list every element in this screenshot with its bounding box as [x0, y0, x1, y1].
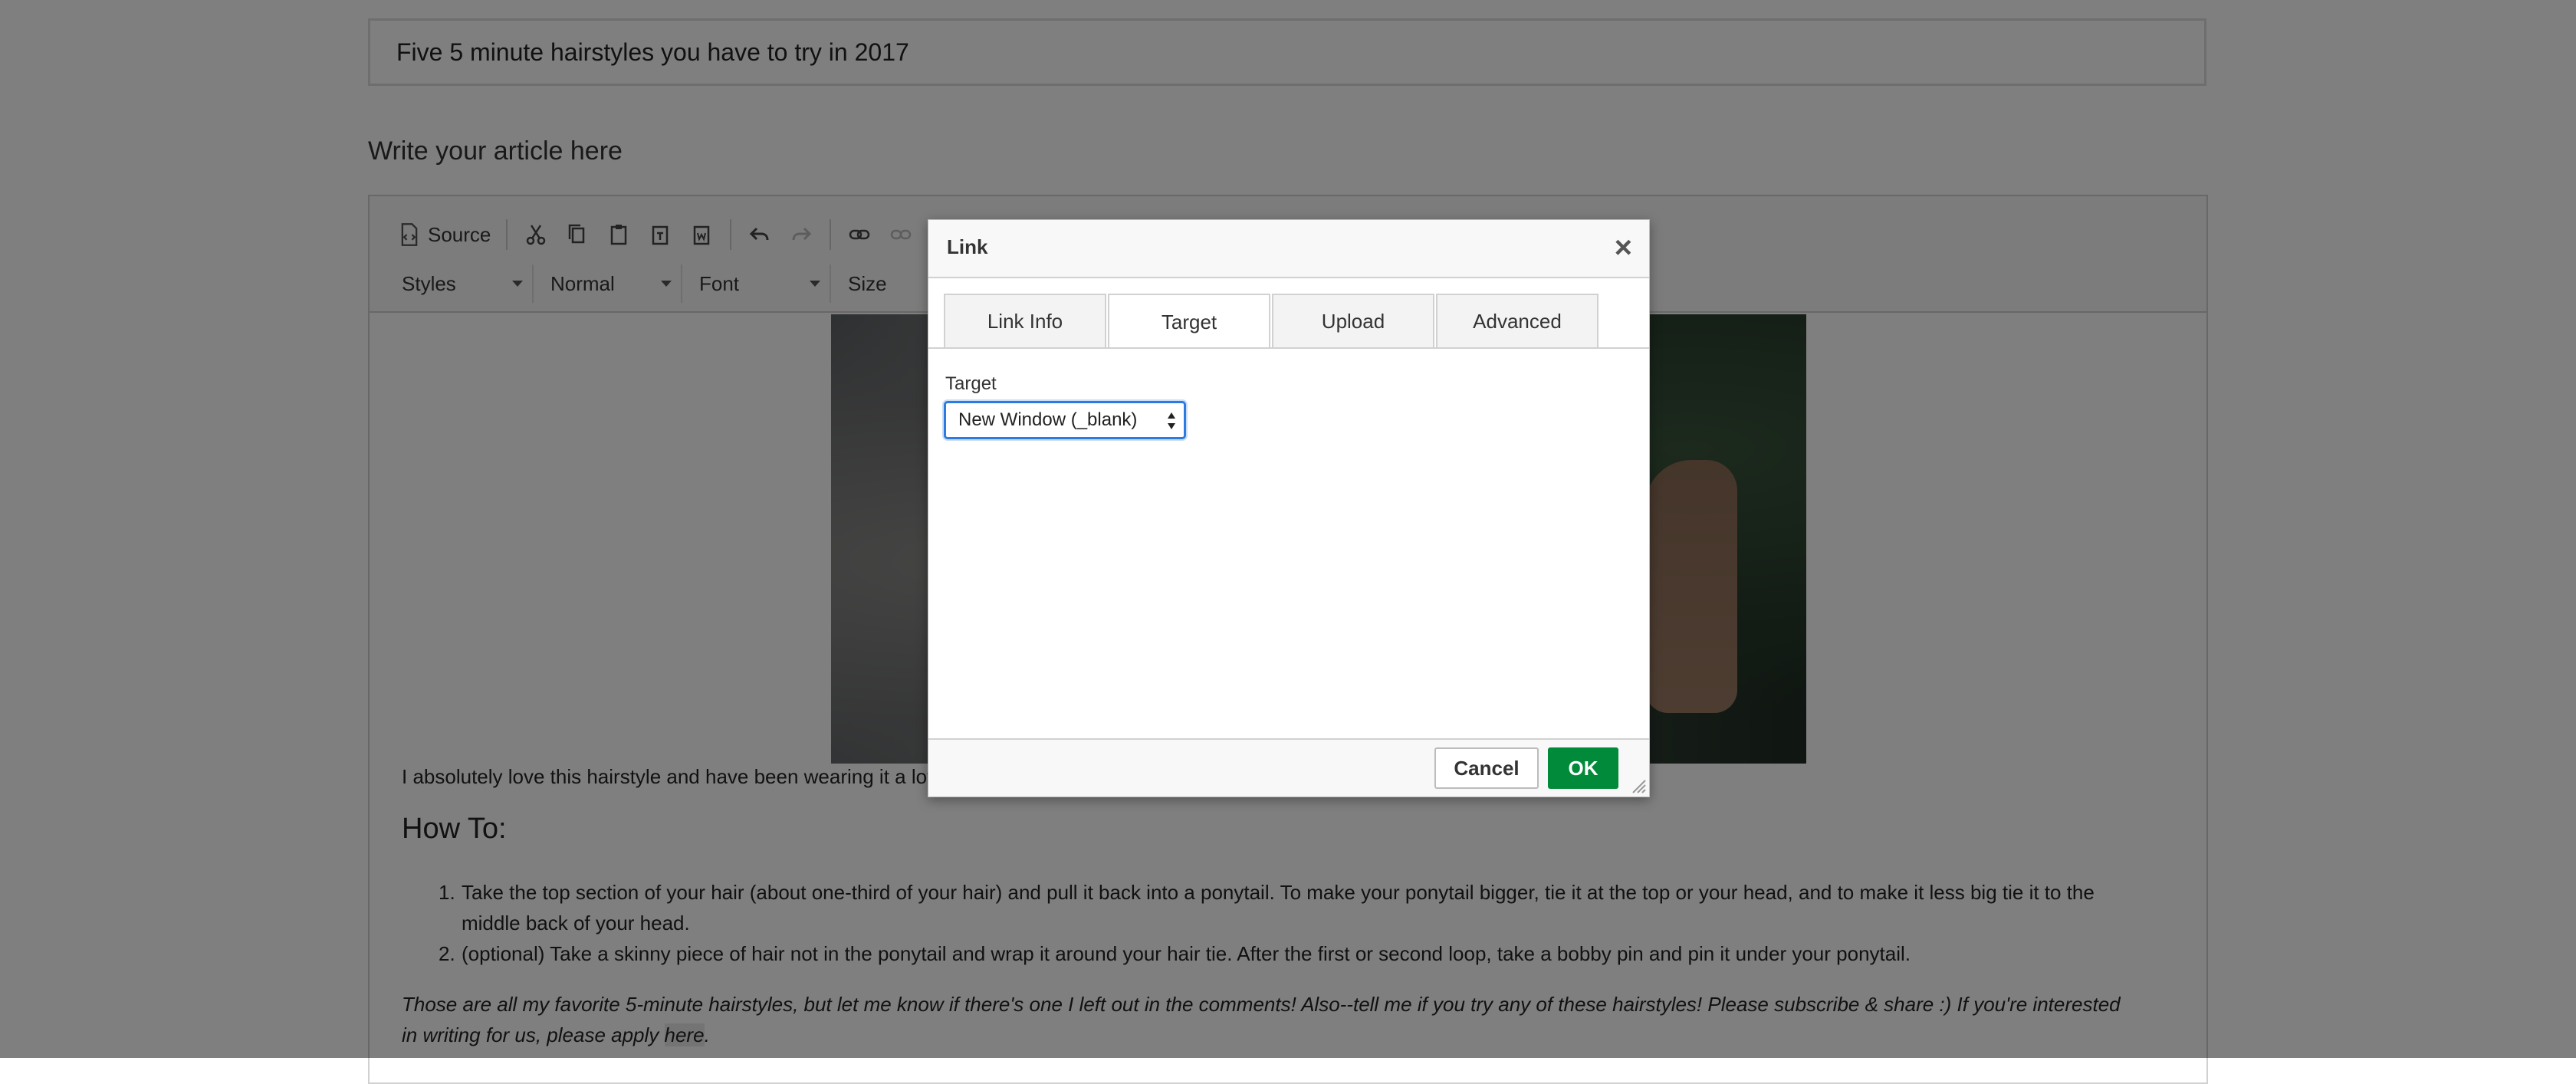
tab-upload[interactable]: Upload [1272, 294, 1434, 347]
target-field-label: Target [945, 373, 997, 394]
cancel-button[interactable]: Cancel [1434, 747, 1539, 789]
tab-target[interactable]: Target [1108, 294, 1270, 349]
ok-button[interactable]: OK [1548, 747, 1618, 789]
tab-label: Upload [1321, 309, 1385, 333]
tab-label: Link Info [987, 309, 1063, 333]
tab-divider [928, 347, 1649, 349]
dialog-footer: Cancel OK [928, 738, 1649, 797]
link-dialog: Link × Link Info Target Upload Advanced … [928, 219, 1650, 797]
resize-handle-icon[interactable] [1632, 780, 1646, 793]
tab-label: Advanced [1473, 309, 1562, 333]
cancel-button-label: Cancel [1454, 756, 1520, 780]
close-icon[interactable]: × [1615, 232, 1632, 263]
dialog-titlebar: Link × [928, 220, 1649, 278]
select-arrows-icon [1168, 412, 1175, 429]
tab-link-info[interactable]: Link Info [944, 294, 1106, 347]
target-select-value: New Window (_blank) [958, 409, 1138, 430]
dialog-title: Link [947, 235, 988, 258]
tab-advanced[interactable]: Advanced [1436, 294, 1598, 347]
tab-label: Target [1161, 310, 1217, 333]
ok-button-label: OK [1568, 756, 1598, 780]
dialog-tabs: Link Info Target Upload Advanced [944, 294, 1600, 349]
target-select[interactable]: New Window (_blank) [944, 401, 1186, 439]
